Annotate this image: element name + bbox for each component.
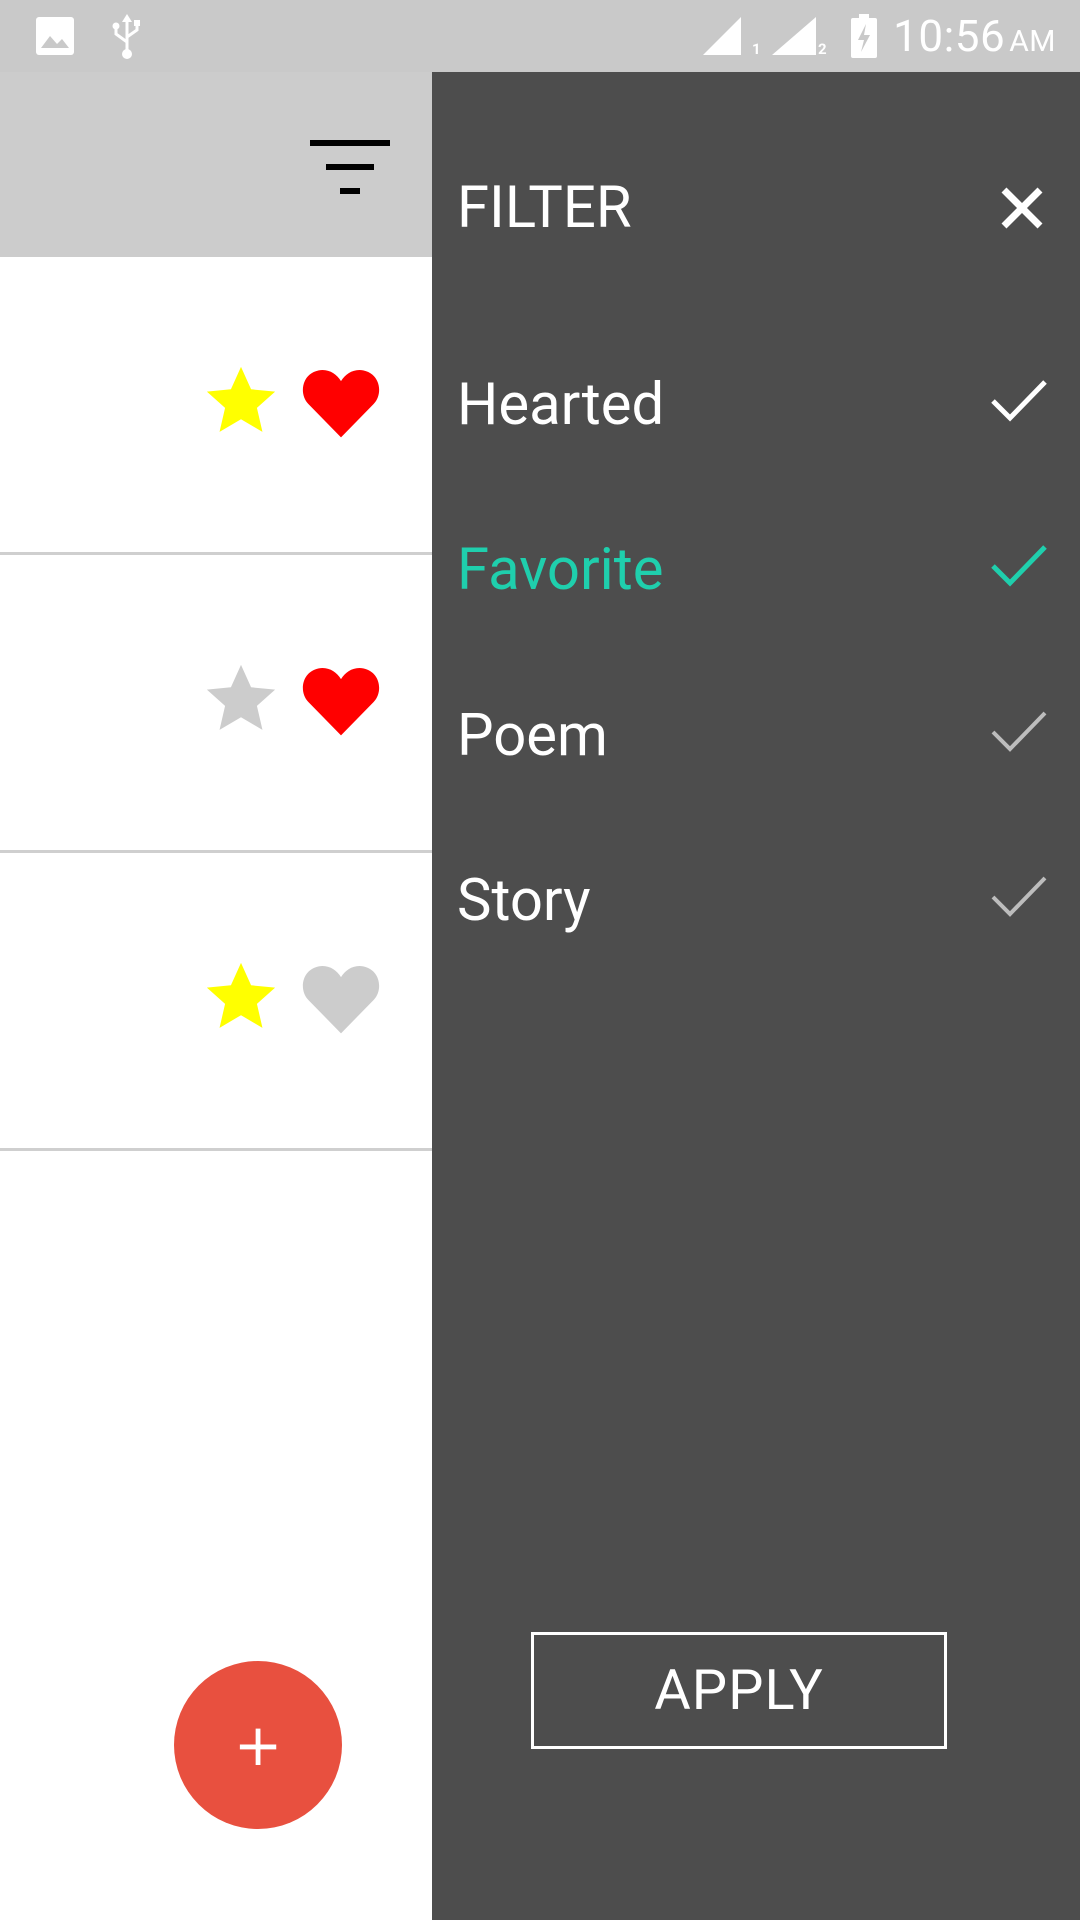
check-icon	[991, 876, 1047, 917]
star-icon[interactable]	[202, 958, 280, 1036]
filter-drawer: FILTER Hearted Favorite Poem Story APPLY	[432, 72, 1080, 1920]
check-icon	[991, 711, 1047, 752]
close-icon[interactable]	[998, 184, 1046, 232]
heart-icon[interactable]	[300, 663, 382, 737]
status-bar: 1 2 10:56 AM	[0, 0, 1080, 72]
filter-item-label: Hearted	[457, 371, 665, 439]
story-list	[0, 257, 432, 1151]
filter-item-poem[interactable]: Poem	[432, 676, 1080, 796]
star-icon[interactable]	[202, 362, 280, 440]
check-icon	[991, 380, 1047, 422]
filter-item-label: Poem	[457, 702, 608, 770]
heart-icon[interactable]	[300, 365, 382, 439]
check-icon	[991, 545, 1047, 587]
battery-charging-icon	[851, 14, 877, 58]
list-item[interactable]	[0, 853, 432, 1151]
filter-item-hearted[interactable]: Hearted	[432, 345, 1080, 465]
apply-button[interactable]: APPLY	[531, 1632, 947, 1749]
image-icon	[36, 17, 74, 55]
sim1-label: 1	[752, 40, 761, 58]
star-icon[interactable]	[202, 660, 280, 738]
clock: 10:56 AM	[893, 10, 1056, 68]
sim2-label: 2	[818, 40, 827, 58]
add-button[interactable]: +	[174, 1661, 342, 1829]
list-item[interactable]	[0, 257, 432, 555]
filter-icon[interactable]	[304, 134, 396, 200]
usb-icon	[112, 14, 140, 59]
drawer-title: FILTER	[457, 174, 632, 242]
clock-time: 10:56	[893, 10, 1006, 62]
filter-item-story[interactable]: Story	[432, 841, 1080, 961]
filter-item-favorite[interactable]: Favorite	[432, 510, 1080, 630]
filter-item-label: Favorite	[457, 536, 664, 604]
heart-icon[interactable]	[300, 961, 382, 1035]
signal-sim2-icon	[772, 17, 816, 55]
signal-sim1-icon	[703, 17, 741, 55]
filter-item-label: Story	[457, 867, 591, 935]
list-item[interactable]	[0, 555, 432, 853]
clock-ampm: AM	[1009, 24, 1056, 59]
